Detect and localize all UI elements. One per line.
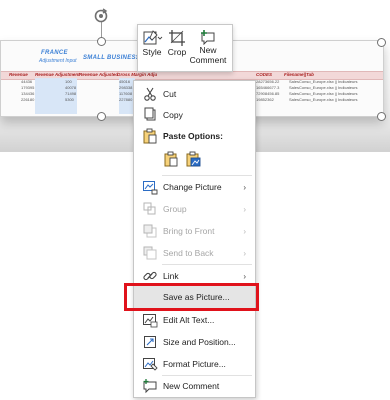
menu-item-edit-alt-text[interactable]: Edit Alt Text...: [134, 309, 255, 331]
menu-item-label: Send to Back: [163, 248, 214, 258]
menu-item-send-to-back: Send to Back ›: [134, 242, 255, 264]
picture-cell: SalesConso_Europe.xlsx || Indicateurs: [289, 85, 358, 90]
picture-header: Gross Margin Adju: [117, 72, 158, 77]
menu-item-label: Copy: [163, 110, 183, 120]
scissors-icon: [142, 86, 158, 102]
menu-item-paste-options: Paste Options:: [134, 125, 255, 147]
picture-header: CODES: [256, 72, 273, 77]
send-to-back-icon: [142, 245, 158, 261]
bring-to-front-icon: [142, 223, 158, 239]
new-comment-button[interactable]: New Comment: [188, 25, 228, 71]
menu-item-label: Group: [163, 204, 187, 214]
picture-cell: SalesConso_Europe.xlsx || Indicateurs: [289, 97, 358, 102]
menu-item-copy[interactable]: Copy: [134, 104, 255, 126]
menu-item-label: New Comment: [163, 381, 220, 391]
new-comment-label-line1: New: [199, 45, 217, 55]
paste-options-row: [163, 151, 201, 167]
resize-handle-bottom-right[interactable]: [377, 112, 386, 121]
submenu-arrow-icon: ›: [243, 271, 246, 281]
comment-icon: [142, 378, 158, 394]
picture-cell: 44436: [21, 79, 33, 84]
menu-item-label: Change Picture: [163, 182, 222, 192]
resize-handle-top[interactable]: [97, 37, 106, 46]
picture-cell: SalesConso_Europe.xlsx || Indicateurs: [289, 91, 358, 96]
submenu-arrow-icon: ›: [243, 226, 246, 236]
picture-cell: 71498: [65, 91, 77, 96]
picture-cell: 298338: [119, 85, 133, 90]
resize-handle-bottom[interactable]: [97, 112, 106, 121]
picture-cell: 72908456.85: [256, 91, 280, 96]
picture-cell: 165466677.3: [256, 85, 280, 90]
picture-title: FRANCE: [41, 50, 68, 56]
paste-icon: [142, 128, 158, 144]
picture-header: Revenue Adjustment: [35, 72, 80, 77]
picture-header: Filename||Tab: [284, 72, 314, 77]
menu-item-bring-to-front: Bring to Front ›: [134, 220, 255, 242]
rotate-handle-icon[interactable]: [93, 8, 109, 24]
menu-item-new-comment[interactable]: New Comment: [134, 375, 255, 397]
paste-keep-source-icon[interactable]: [163, 151, 179, 167]
save-as-picture-highlight: [124, 283, 259, 311]
menu-item-label: Cut: [163, 89, 177, 99]
picture-cell: 45016: [119, 79, 131, 84]
format-picture-icon: [142, 356, 158, 372]
style-button[interactable]: Style: [138, 25, 166, 71]
picture-cell: SalesConso_Europe.xlsx || Indicateurs: [289, 79, 358, 84]
menu-item-label: Format Picture...: [163, 359, 226, 369]
picture-section: SMALL BUSINESS: [83, 55, 141, 61]
alt-text-icon: [142, 312, 158, 328]
picture-cell: 227880: [119, 97, 133, 102]
style-icon: [143, 30, 163, 45]
new-comment-label-line2: Comment: [189, 55, 227, 65]
menu-item-format-picture[interactable]: Format Picture...: [134, 353, 255, 375]
picture-cell: 179395: [21, 85, 35, 90]
menu-item-group: Group ›: [134, 198, 255, 220]
menu-item-label: Size and Position...: [163, 337, 236, 347]
menu-item-cut[interactable]: Cut: [134, 83, 255, 105]
picture-subtitle: Adjustment Input: [39, 58, 77, 64]
picture-cell: 19852362: [256, 97, 274, 102]
submenu-arrow-icon: ›: [243, 248, 246, 258]
new-comment-icon: [201, 30, 215, 45]
submenu-arrow-icon: ›: [243, 182, 246, 192]
crop-button[interactable]: Crop: [166, 25, 188, 71]
menu-item-change-picture[interactable]: Change Picture ›: [134, 176, 255, 198]
picture-cell: 5300: [65, 97, 74, 102]
picture-cell: 40078: [65, 85, 77, 90]
picture-cell: 117608: [119, 91, 133, 96]
menu-item-label: Edit Alt Text...: [163, 315, 215, 325]
crop-label: Crop: [167, 47, 187, 57]
crop-icon: [169, 30, 185, 46]
menu-item-label: Link: [163, 271, 179, 281]
change-picture-icon: [142, 179, 158, 195]
picture-cell: 134436: [21, 91, 35, 96]
picture-cell: 28273656.22: [256, 79, 280, 84]
picture-header: Revenue Adjusted: [79, 72, 119, 77]
resize-handle-top-right[interactable]: [377, 38, 386, 47]
picture-cell: 100: [65, 79, 72, 84]
menu-item-size-and-position[interactable]: Size and Position...: [134, 331, 255, 353]
menu-item-label: Paste Options:: [163, 131, 223, 141]
paste-as-picture-icon[interactable]: [185, 151, 201, 167]
picture-cell: 226180: [21, 97, 35, 102]
mini-toolbar: Style Crop New Comment: [137, 24, 233, 72]
menu-item-label: Bring to Front: [163, 226, 215, 236]
copy-icon: [142, 107, 158, 123]
size-position-icon: [142, 334, 158, 350]
group-icon: [142, 201, 158, 217]
link-icon: [142, 268, 158, 284]
picture-header: Revenue: [9, 72, 28, 77]
context-menu: Cut Copy Paste Options: Change Picture ›: [133, 80, 256, 398]
style-label: Style: [142, 47, 162, 57]
submenu-arrow-icon: ›: [243, 204, 246, 214]
